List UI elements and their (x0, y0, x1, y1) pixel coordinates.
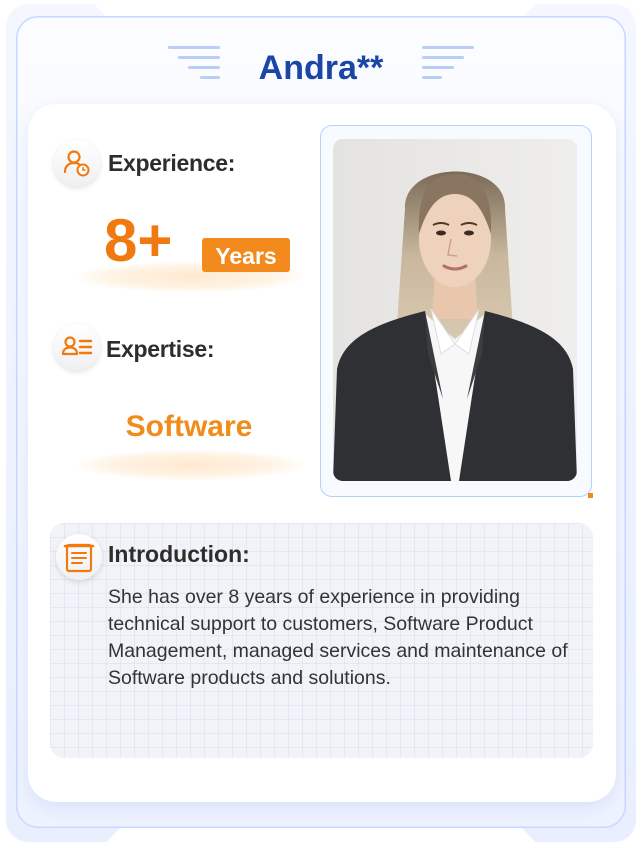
experience-label: Experience: (108, 150, 236, 176)
name-row: Andra** (0, 40, 642, 96)
document-icon (56, 534, 102, 580)
introduction-title: Introduction: (108, 541, 250, 567)
expertise-value: Software (125, 410, 253, 443)
person-list-icon (54, 324, 100, 370)
profile-photo (333, 139, 577, 481)
experience-unit-badge: Years (202, 238, 290, 272)
expertise-label: Expertise: (106, 336, 215, 362)
introduction-text: She has over 8 years of experience in pr… (108, 586, 568, 689)
photo-corner-accent (588, 493, 593, 498)
experience-value: 8+ (104, 207, 173, 274)
person-clock-icon (54, 140, 100, 186)
expertise-glow (78, 450, 304, 480)
profile-name: Andra** (258, 49, 384, 87)
